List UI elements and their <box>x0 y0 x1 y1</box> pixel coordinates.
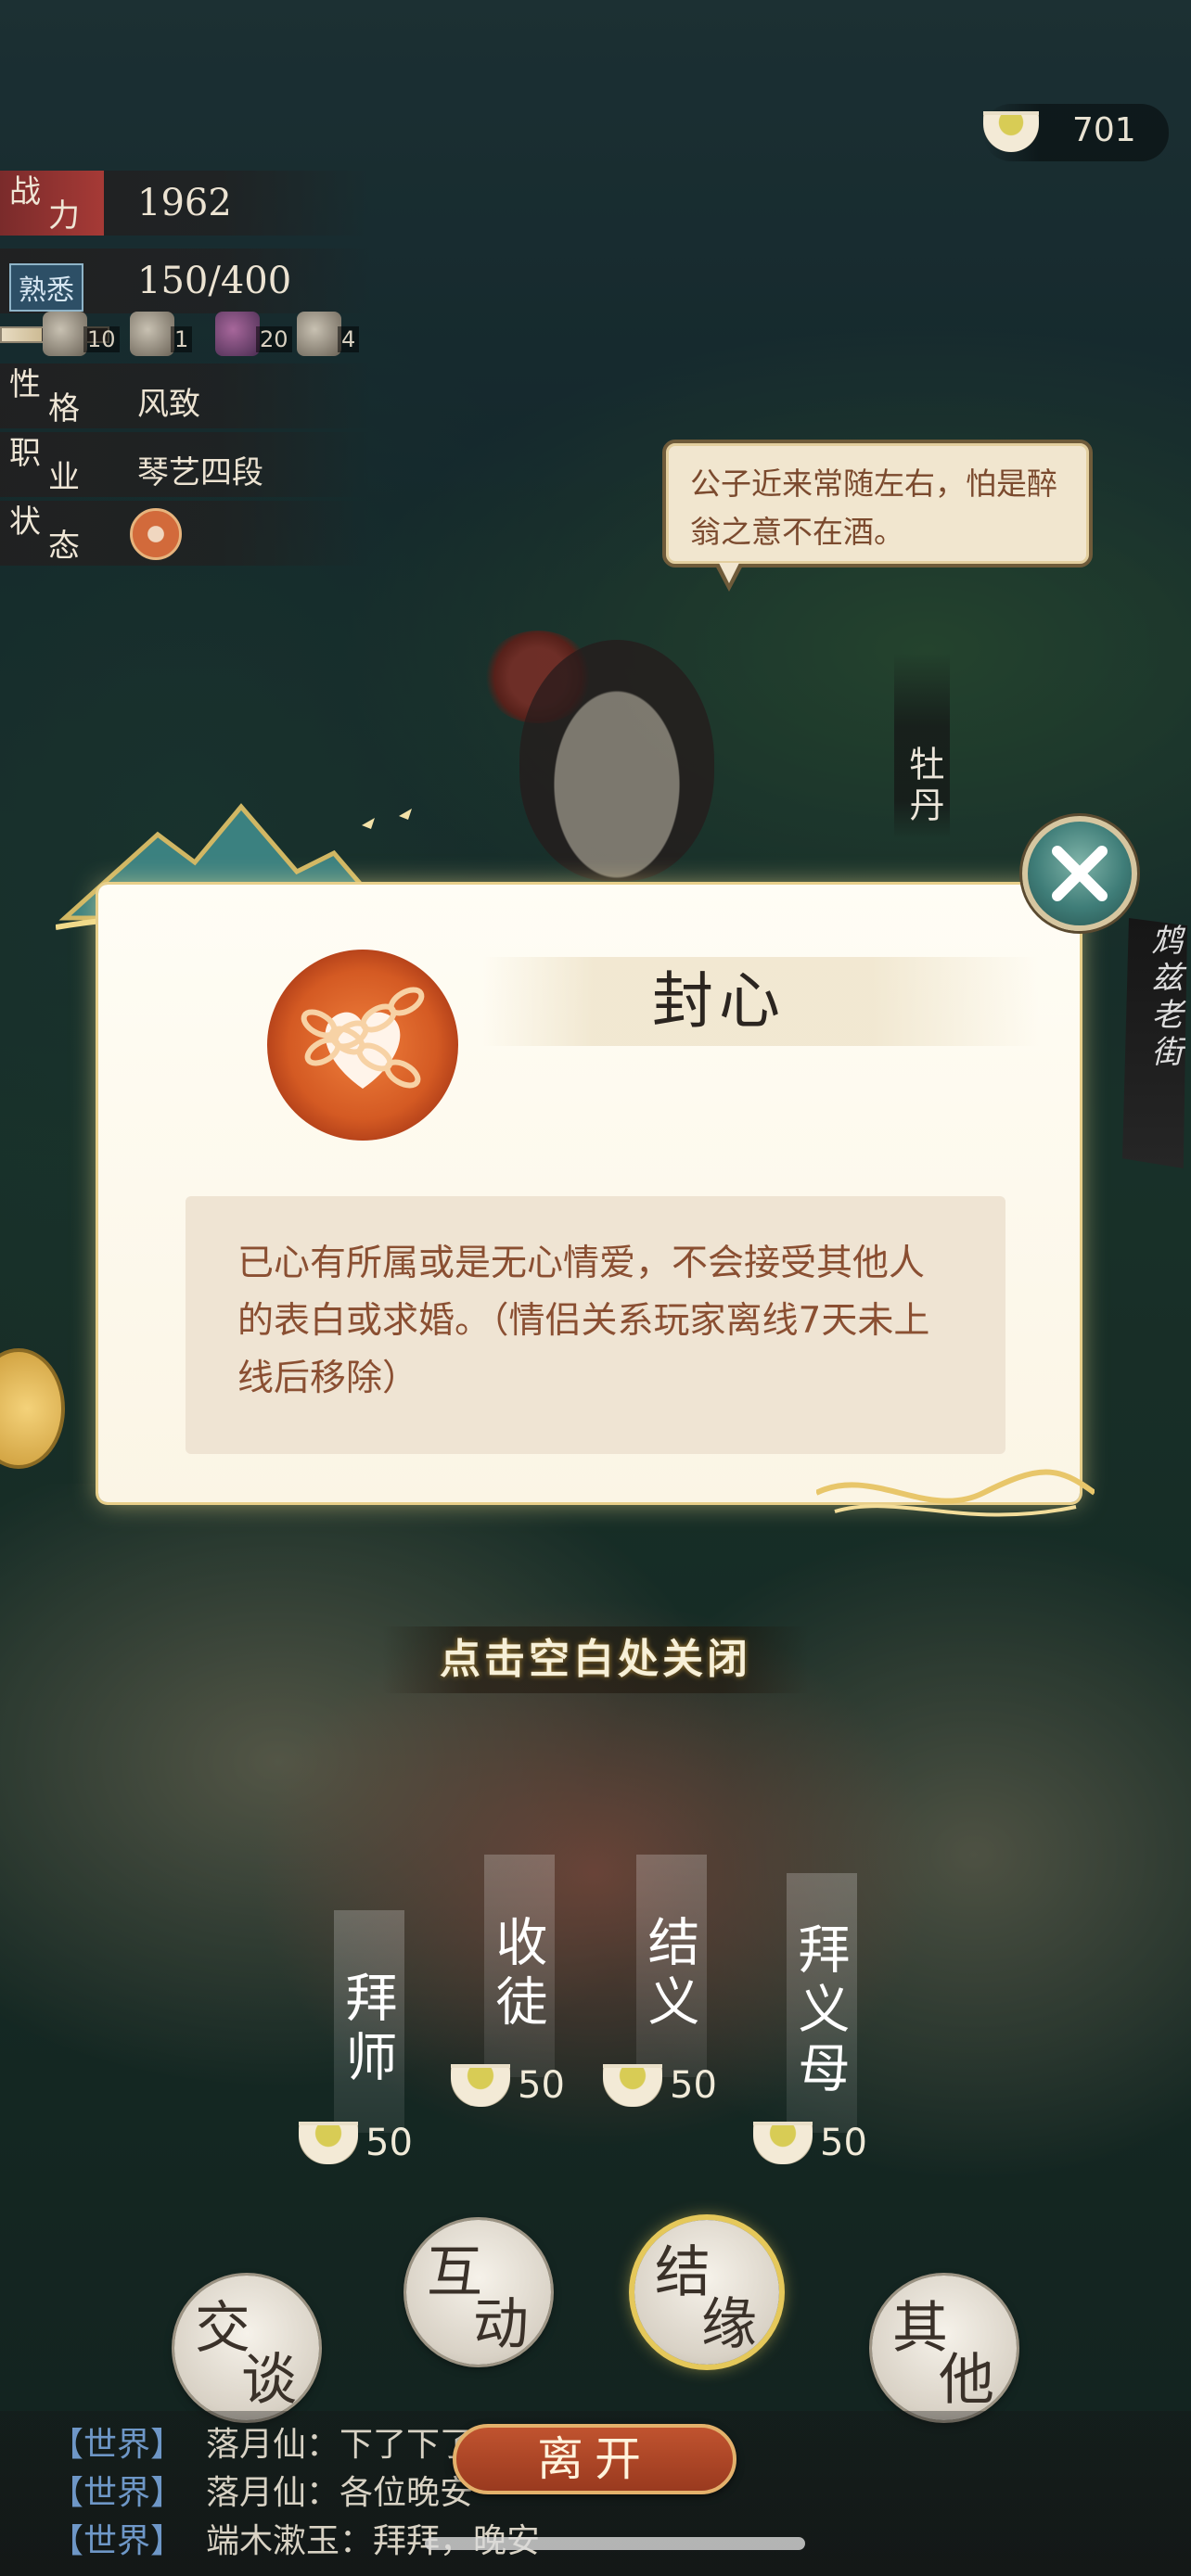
cloud-decoration-icon <box>816 1469 1095 1517</box>
gift-count: 1 <box>171 326 193 352</box>
chat-channel: 【世界】 <box>50 2522 185 2560</box>
cost-value: 50 <box>365 2122 413 2164</box>
action-disciple-button[interactable]: 收徒 <box>484 1855 555 2077</box>
stat-key: 业 <box>48 459 80 496</box>
tea-cup-icon <box>603 2064 662 2107</box>
chat-channel: 【世界】 <box>50 2474 185 2512</box>
stat-key: 职 <box>9 435 41 472</box>
stat-power: 战 力 1962 <box>0 171 371 236</box>
currency-display: 701 <box>983 104 1169 161</box>
action-label: 拜义母 <box>789 1922 850 2100</box>
effect-description: 已心有所属或是无心情爱，不会接受其他人的表白或求婚。（情侣关系玩家离线7天未上线… <box>186 1196 1005 1454</box>
close-icon <box>1052 846 1108 901</box>
stat-key: 态 <box>48 528 80 565</box>
tea-cup-icon <box>451 2064 510 2107</box>
button-char: 谈 <box>241 2348 297 2413</box>
close-hint: 点击空白处关闭 <box>382 1626 809 1693</box>
gem-gift-icon[interactable]: 20 <box>215 312 292 356</box>
cost-value: 50 <box>518 2064 565 2107</box>
character-name: 牡丹 <box>894 653 950 838</box>
stat-status: 状 态 <box>0 501 371 566</box>
occupation-value: 琴艺四段 <box>137 454 263 491</box>
stat-key: 战 <box>9 173 41 210</box>
chat-message: 【世界】 落月仙：下了下了 <box>50 2422 473 2468</box>
familiarity-value: 150/400 <box>137 260 292 302</box>
familiarity-badge: 熟悉 <box>9 263 83 312</box>
action-apprentice-button[interactable]: 拜师 <box>334 1910 404 2133</box>
other-button[interactable]: 其 他 <box>872 2276 1017 2420</box>
stat-key: 性 <box>9 366 41 403</box>
location-name: 鸩兹老街 <box>1122 918 1187 1168</box>
button-char: 动 <box>473 2292 529 2357</box>
stat-occupation: 职 业 琴艺四段 <box>0 432 371 497</box>
currency-value: 701 <box>1072 111 1136 149</box>
chat-channel: 【世界】 <box>50 2426 185 2464</box>
talk-button[interactable]: 交 谈 <box>174 2276 319 2420</box>
home-indicator[interactable] <box>425 2537 805 2550</box>
action-godmother-button[interactable]: 拜义母 <box>787 1873 857 2133</box>
action-cost: 50 <box>603 2059 761 2111</box>
gift-count: 10 <box>83 326 120 352</box>
bond-button[interactable]: 结 缘 <box>634 2220 779 2365</box>
chat-text: 落月仙：各位晚安 <box>206 2474 474 2512</box>
tea-cup-icon <box>753 2122 813 2164</box>
action-label: 结义 <box>639 1915 699 2034</box>
familiarity-progress-fill <box>2 328 42 341</box>
tea-cup-icon <box>299 2122 358 2164</box>
action-cost: 50 <box>753 2116 911 2168</box>
sealed-heart-icon <box>267 950 458 1141</box>
modal-title: 封心 <box>652 965 786 1037</box>
stat-key: 力 <box>48 198 80 235</box>
action-label: 拜师 <box>337 1970 397 2089</box>
scroll-gift-icon[interactable]: 1 <box>130 312 204 356</box>
stat-key: 格 <box>48 390 80 427</box>
cost-value: 50 <box>670 2064 717 2107</box>
speech-bubble: 公子近来常随左右，怕是醉翁之意不在酒。 <box>662 440 1093 567</box>
action-cost: 50 <box>451 2059 608 2111</box>
action-sworn-button[interactable]: 结义 <box>636 1855 707 2077</box>
leave-button[interactable]: 离开 <box>453 2424 736 2494</box>
power-value: 1962 <box>137 182 232 224</box>
stat-personality: 性 格 风致 <box>0 363 371 428</box>
chat-message: 【世界】 落月仙：各位晚安 <box>50 2470 473 2517</box>
sealed-heart-icon[interactable] <box>130 508 182 560</box>
personality-value: 风致 <box>137 386 200 423</box>
gift-count: 4 <box>338 326 360 352</box>
interact-button[interactable]: 互 动 <box>406 2220 551 2365</box>
action-cost: 50 <box>299 2116 456 2168</box>
gift-count: 20 <box>256 326 292 352</box>
stat-familiarity: 熟悉 150/400 <box>0 249 371 313</box>
button-char: 他 <box>939 2348 994 2413</box>
chat-text: 落月仙：下了下了 <box>206 2426 474 2464</box>
star-gift-icon[interactable]: 10 <box>43 312 120 356</box>
button-char: 缘 <box>701 2292 757 2357</box>
close-button[interactable] <box>1022 816 1137 931</box>
tea-cup-icon <box>983 111 1039 152</box>
stat-key: 状 <box>9 504 41 541</box>
action-label: 收徒 <box>487 1915 547 2034</box>
fan-gift-icon[interactable]: 4 <box>297 312 371 356</box>
cost-value: 50 <box>820 2122 867 2164</box>
